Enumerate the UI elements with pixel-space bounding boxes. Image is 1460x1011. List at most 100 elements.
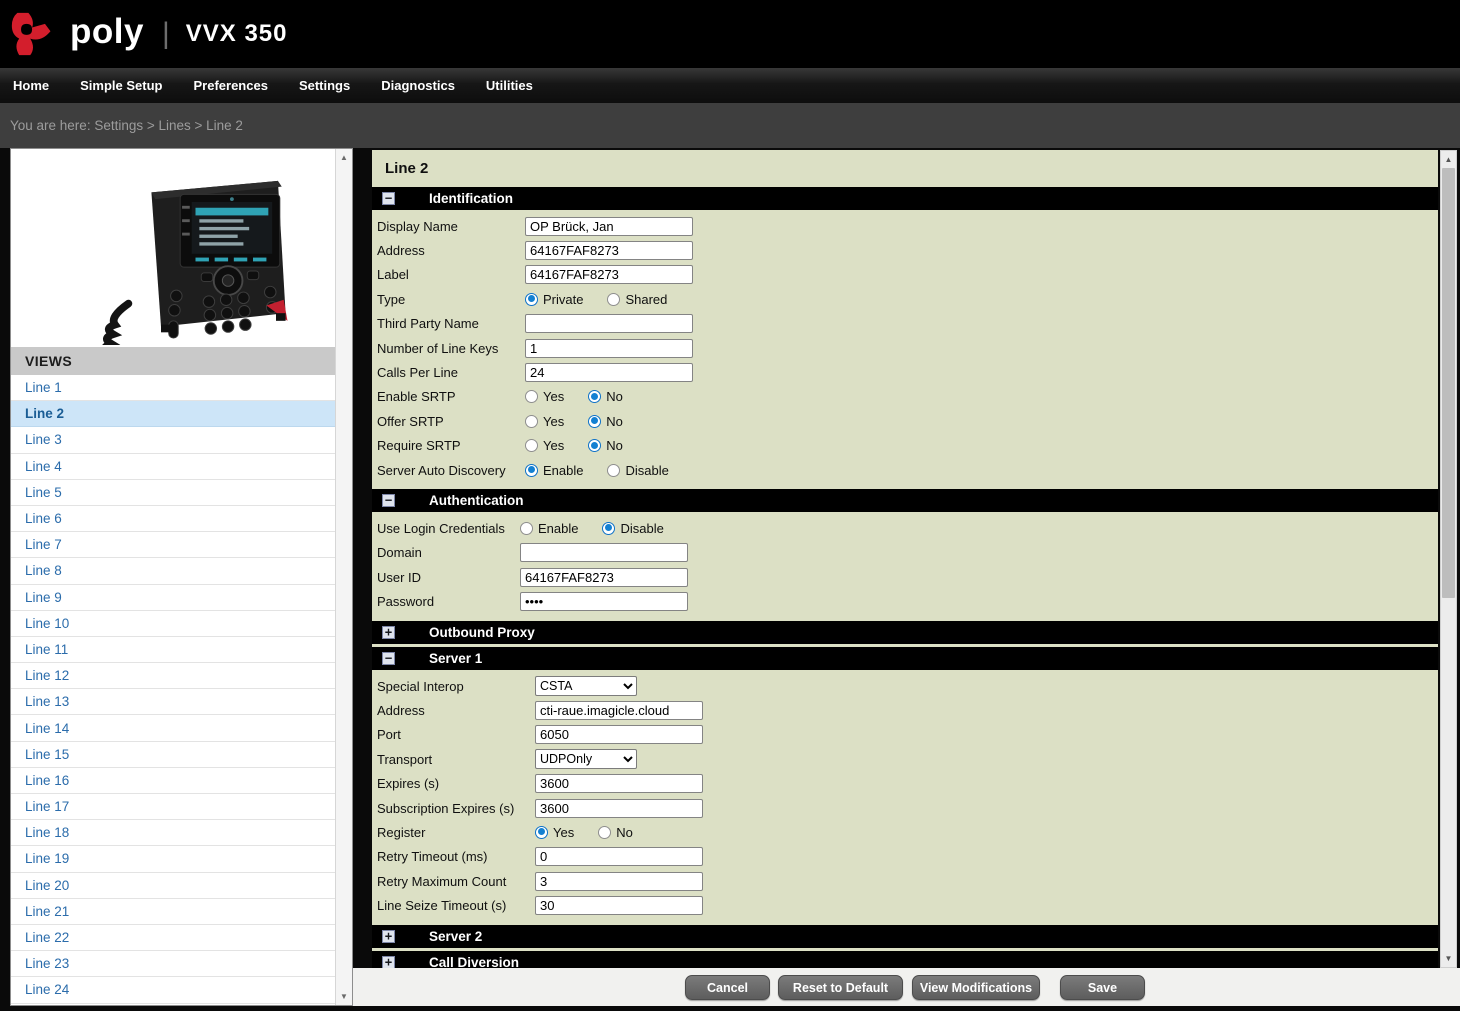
save-button[interactable]: Save xyxy=(1060,975,1145,1000)
sidebar-item-line-8[interactable]: Line 8 xyxy=(11,558,336,584)
sidebar-item-line-1[interactable]: Line 1 xyxy=(11,375,336,401)
address-input[interactable] xyxy=(525,241,693,260)
sidebar-item-line-4[interactable]: Line 4 xyxy=(11,454,336,480)
address-input[interactable] xyxy=(535,701,703,720)
use-login-credentials-option-disable[interactable]: Disable xyxy=(602,521,663,536)
nav-item-settings[interactable]: Settings xyxy=(299,78,350,93)
server-auto-discovery-option-disable[interactable]: Disable xyxy=(607,463,668,478)
sidebar-item-line-24[interactable]: Line 24 xyxy=(11,977,336,1003)
sidebar-item-line-15[interactable]: Line 15 xyxy=(11,742,336,768)
enable-srtp-option-yes[interactable]: Yes xyxy=(525,389,564,404)
nav-item-utilities[interactable]: Utilities xyxy=(486,78,533,93)
password-input[interactable] xyxy=(520,592,688,611)
reset-to-default-button[interactable]: Reset to Default xyxy=(778,975,903,1000)
require-srtp-option-no[interactable]: No xyxy=(588,438,623,453)
port-input[interactable] xyxy=(535,725,703,744)
main-scrollbar[interactable]: ▲ ▼ xyxy=(1440,150,1457,968)
radio-button[interactable] xyxy=(535,826,548,839)
cancel-button[interactable]: Cancel xyxy=(685,975,770,1000)
expand-icon[interactable]: + xyxy=(382,956,395,968)
scrollbar-thumb[interactable] xyxy=(1442,168,1455,598)
calls-per-line-input[interactable] xyxy=(525,363,693,382)
sidebar-item-line-23[interactable]: Line 23 xyxy=(11,951,336,977)
register-option-no[interactable]: No xyxy=(598,825,633,840)
collapse-icon[interactable]: − xyxy=(382,652,395,665)
radio-button[interactable] xyxy=(525,439,538,452)
register-option-yes[interactable]: Yes xyxy=(535,825,574,840)
retry-timeout-ms-input[interactable] xyxy=(535,847,703,866)
sidebar-item-line-11[interactable]: Line 11 xyxy=(11,637,336,663)
radio-button[interactable] xyxy=(602,522,615,535)
section-header-authentication[interactable]: −Authentication xyxy=(372,489,1438,512)
radio-button[interactable] xyxy=(607,464,620,477)
radio-button[interactable] xyxy=(525,464,538,477)
sidebar-scrollbar[interactable]: ▲ ▼ xyxy=(335,149,352,1005)
section-header-outbound-proxy[interactable]: +Outbound Proxy xyxy=(372,621,1438,644)
sidebar-item-line-18[interactable]: Line 18 xyxy=(11,820,336,846)
line-seize-timeout-s-input[interactable] xyxy=(535,896,703,915)
section-header-server-2[interactable]: +Server 2 xyxy=(372,925,1438,948)
offer-srtp-option-yes[interactable]: Yes xyxy=(525,414,564,429)
section-header-identification[interactable]: −Identification xyxy=(372,187,1438,210)
sidebar-item-line-21[interactable]: Line 21 xyxy=(11,899,336,925)
nav-item-preferences[interactable]: Preferences xyxy=(193,78,267,93)
collapse-icon[interactable]: − xyxy=(382,192,395,205)
sidebar-item-line-22[interactable]: Line 22 xyxy=(11,925,336,951)
sidebar-item-line-16[interactable]: Line 16 xyxy=(11,768,336,794)
collapse-icon[interactable]: − xyxy=(382,494,395,507)
radio-button[interactable] xyxy=(607,293,620,306)
subscription-expires-s-input[interactable] xyxy=(535,799,703,818)
retry-maximum-count-input[interactable] xyxy=(535,872,703,891)
display-name-input[interactable] xyxy=(525,217,693,236)
label-input[interactable] xyxy=(525,265,693,284)
expand-icon[interactable]: + xyxy=(382,930,395,943)
scroll-up-icon[interactable]: ▲ xyxy=(1441,155,1456,164)
section-header-call-diversion[interactable]: +Call Diversion xyxy=(372,951,1438,968)
radio-button[interactable] xyxy=(598,826,611,839)
type-option-private[interactable]: Private xyxy=(525,292,583,307)
sidebar-item-line-6[interactable]: Line 6 xyxy=(11,506,336,532)
scroll-down-icon[interactable]: ▼ xyxy=(336,992,352,1001)
sidebar-item-line-19[interactable]: Line 19 xyxy=(11,846,336,872)
require-srtp-option-yes[interactable]: Yes xyxy=(525,438,564,453)
radio-button[interactable] xyxy=(588,439,601,452)
nav-item-diagnostics[interactable]: Diagnostics xyxy=(381,78,455,93)
server-auto-discovery-option-enable[interactable]: Enable xyxy=(525,463,583,478)
transport-select[interactable]: UDPOnly xyxy=(535,749,637,769)
special-interop-select[interactable]: CSTA xyxy=(535,676,637,696)
number-of-line-keys-input[interactable] xyxy=(525,339,693,358)
expires-s-input[interactable] xyxy=(535,774,703,793)
expand-icon[interactable]: + xyxy=(382,626,395,639)
use-login-credentials-option-enable[interactable]: Enable xyxy=(520,521,578,536)
radio-button[interactable] xyxy=(525,415,538,428)
user-id-input[interactable] xyxy=(520,568,688,587)
view-modifications-button[interactable]: View Modifications xyxy=(912,975,1040,1000)
sidebar-item-line-10[interactable]: Line 10 xyxy=(11,611,336,637)
nav-item-simple-setup[interactable]: Simple Setup xyxy=(80,78,162,93)
sidebar-item-line-5[interactable]: Line 5 xyxy=(11,480,336,506)
field-label-retry-timeout-ms: Retry Timeout (ms) xyxy=(377,849,535,864)
radio-button[interactable] xyxy=(525,390,538,403)
sidebar-item-line-17[interactable]: Line 17 xyxy=(11,794,336,820)
type-option-shared[interactable]: Shared xyxy=(607,292,667,307)
sidebar-item-line-2[interactable]: Line 2 xyxy=(11,401,336,427)
sidebar-item-line-3[interactable]: Line 3 xyxy=(11,427,336,453)
sidebar-item-line-14[interactable]: Line 14 xyxy=(11,715,336,741)
sidebar-item-line-7[interactable]: Line 7 xyxy=(11,532,336,558)
third-party-name-input[interactable] xyxy=(525,314,693,333)
sidebar-item-line-20[interactable]: Line 20 xyxy=(11,873,336,899)
radio-button[interactable] xyxy=(588,415,601,428)
nav-item-home[interactable]: Home xyxy=(13,78,49,93)
sidebar-item-line-12[interactable]: Line 12 xyxy=(11,663,336,689)
radio-button[interactable] xyxy=(520,522,533,535)
enable-srtp-option-no[interactable]: No xyxy=(588,389,623,404)
sidebar-item-line-13[interactable]: Line 13 xyxy=(11,689,336,715)
scroll-down-icon[interactable]: ▼ xyxy=(1441,954,1456,963)
radio-button[interactable] xyxy=(588,390,601,403)
domain-input[interactable] xyxy=(520,543,688,562)
offer-srtp-option-no[interactable]: No xyxy=(588,414,623,429)
radio-button[interactable] xyxy=(525,293,538,306)
sidebar-item-line-9[interactable]: Line 9 xyxy=(11,585,336,611)
section-header-server-1[interactable]: −Server 1 xyxy=(372,647,1438,670)
scroll-up-icon[interactable]: ▲ xyxy=(336,153,352,162)
